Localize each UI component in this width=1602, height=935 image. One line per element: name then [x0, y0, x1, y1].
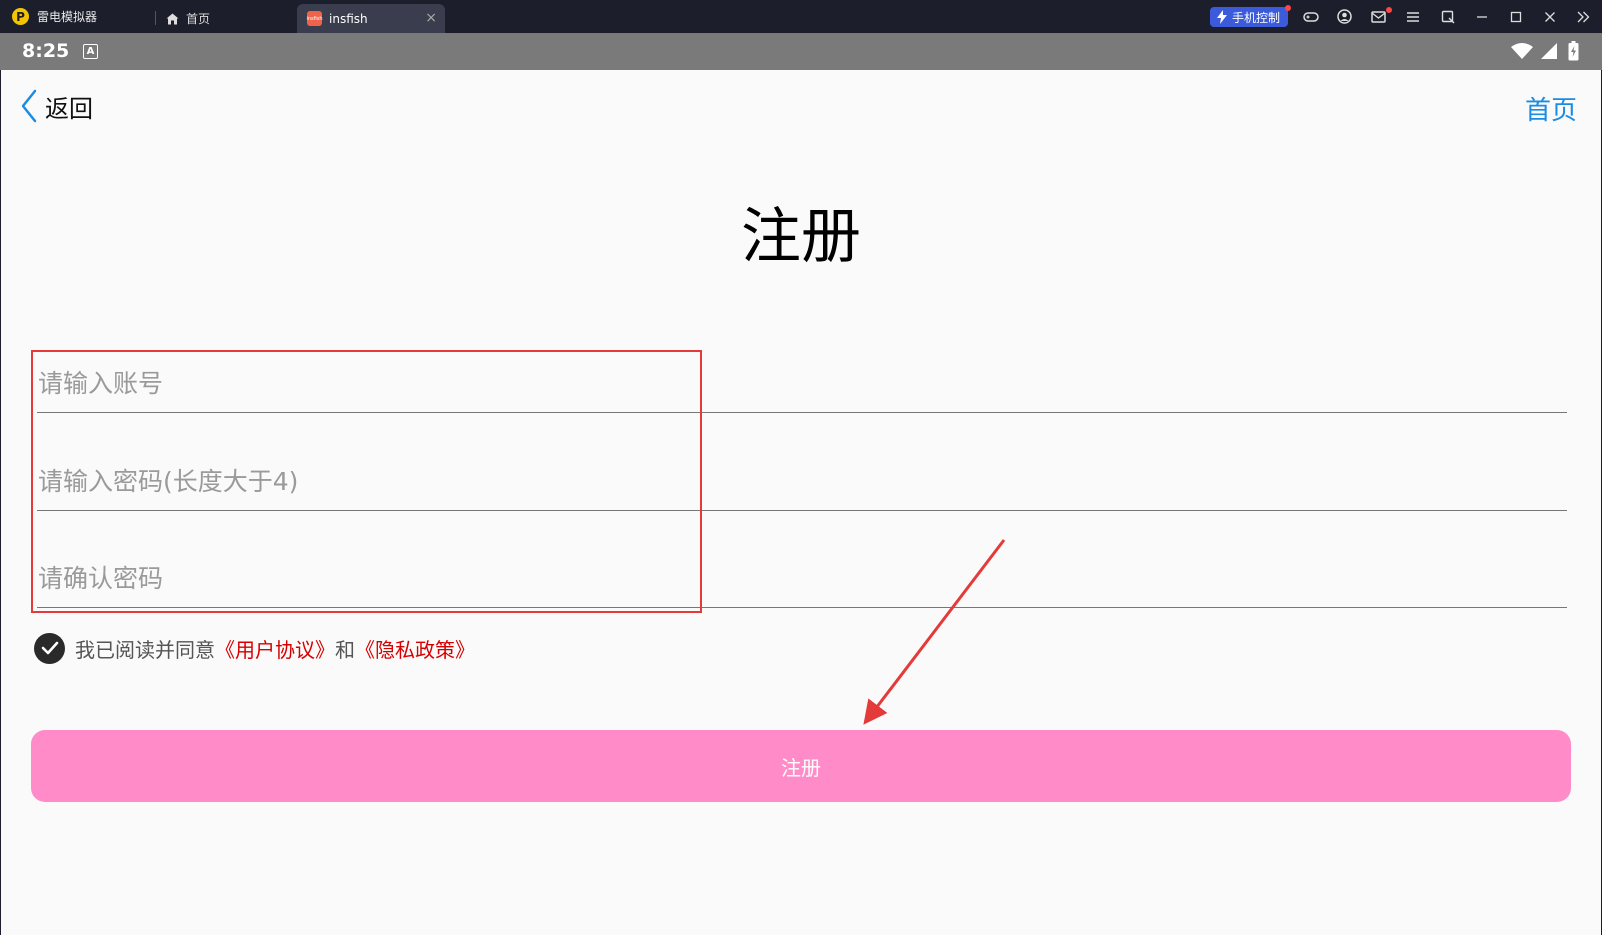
agreement-and: 和: [335, 637, 355, 662]
phone-control-button[interactable]: 手机控制: [1210, 7, 1289, 27]
battery-charging-icon: [1568, 41, 1579, 61]
screen-rotate-icon[interactable]: [1439, 8, 1456, 25]
phone-control-label: 手机控制: [1232, 10, 1281, 25]
mail-notification-dot: [1386, 7, 1392, 13]
privacy-policy-link[interactable]: 《隐私政策》: [355, 638, 475, 662]
maximize-icon[interactable]: [1507, 8, 1524, 25]
menu-icon[interactable]: [1404, 8, 1421, 25]
tab-home-label: 首页: [186, 12, 211, 26]
back-label: 返回: [45, 94, 93, 123]
register-submit-button[interactable]: 注册: [31, 730, 1571, 802]
gamepad-icon[interactable]: [1302, 8, 1319, 25]
emulator-app-name: 雷电模拟器: [37, 10, 98, 24]
checkmark-icon: [41, 641, 58, 655]
lightning-icon: [1217, 10, 1227, 24]
emulator-logo-icon: P: [12, 8, 29, 25]
minimize-icon[interactable]: [1473, 8, 1490, 25]
signal-icon: [1541, 43, 1557, 59]
annotation-highlight-box: [31, 350, 702, 613]
tab-close-icon[interactable]: ×: [425, 10, 437, 26]
notification-a-icon: A: [83, 44, 98, 59]
close-icon[interactable]: [1541, 8, 1558, 25]
home-link[interactable]: 首页: [1525, 90, 1577, 127]
mail-icon[interactable]: [1370, 8, 1387, 25]
agreement-prefix: 我已阅读并同意: [75, 637, 215, 662]
register-page: 返回 首页 注册 我已阅读并同意《用户协议》和《隐私政策》 注册: [1, 70, 1601, 935]
expand-sidebar-icon[interactable]: [1575, 8, 1592, 25]
tab-insfish-label: insfish: [329, 11, 368, 26]
emulator-titlebar: P 雷电模拟器 首页 insfish insfish × 手机控制: [0, 0, 1602, 33]
agreement-row: 我已阅读并同意《用户协议》和《隐私政策》: [34, 632, 475, 664]
emulator-brand: P 雷电模拟器: [12, 0, 97, 33]
house-icon: [166, 13, 179, 24]
notification-dot: [1285, 5, 1291, 11]
insfish-favicon: insfish: [306, 11, 323, 26]
user-icon[interactable]: [1336, 8, 1353, 25]
agreement-checkbox[interactable]: [34, 632, 65, 664]
wifi-icon: [1511, 43, 1533, 59]
back-button[interactable]: 返回: [19, 88, 93, 124]
chevron-left-icon: [21, 89, 37, 123]
page-title: 注册: [741, 202, 861, 272]
tab-insfish[interactable]: insfish insfish ×: [297, 4, 445, 33]
android-status-bar: 8:25 A: [0, 33, 1602, 70]
tab-home[interactable]: 首页: [156, 4, 296, 33]
status-time: 8:25: [22, 40, 70, 62]
user-agreement-link[interactable]: 《用户协议》: [215, 638, 335, 662]
